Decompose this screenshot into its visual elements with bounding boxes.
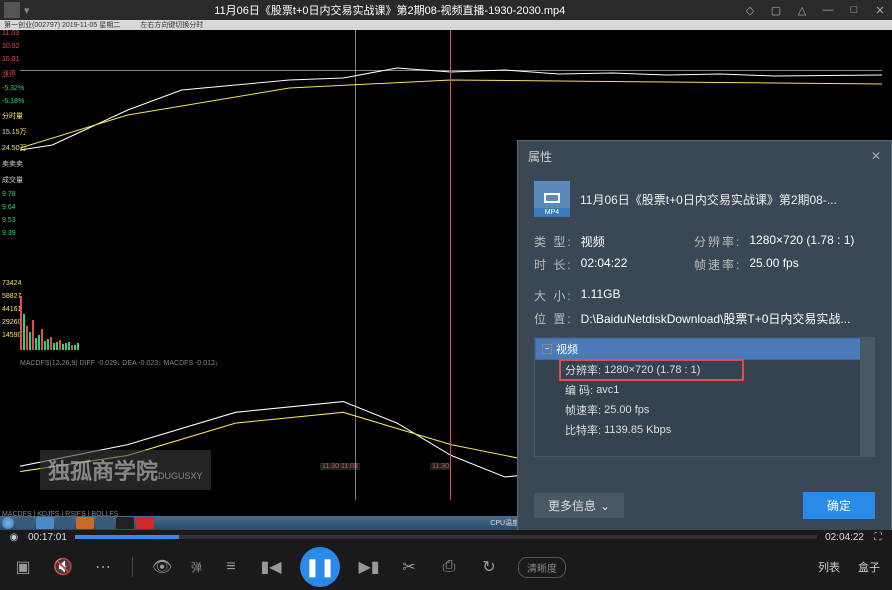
taskbar-app[interactable] (56, 517, 74, 529)
snapshot-icon[interactable]: ⎙ (438, 556, 460, 578)
progress-bar: ◉ 00:17:01 02:04:22 ⛶ (0, 530, 892, 544)
crosshair-vertical (355, 30, 356, 500)
marker-line (450, 30, 451, 500)
playlist-button[interactable]: 列表 (818, 559, 840, 575)
file-type-icon: MP4 (534, 181, 570, 217)
pause-button[interactable]: ❚❚ (300, 547, 340, 587)
dialog-close-icon[interactable]: ✕ (871, 149, 881, 163)
chevron-down-icon: ⌄ (600, 499, 610, 513)
dialog-title: 属性 (528, 148, 552, 165)
total-time: 02:04:22 (825, 532, 864, 543)
start-button[interactable] (2, 517, 14, 529)
more-info-button[interactable]: 更多信息⌄ (534, 493, 624, 518)
taskbar-app[interactable] (36, 517, 54, 529)
tree-resolution[interactable]: 分辨率: 1280×720 (1.78 : 1) (535, 360, 874, 380)
taskbar-app[interactable] (136, 517, 154, 529)
prev-button[interactable]: ▮◀ (260, 556, 282, 578)
watermark: 独孤商学院DUGUSXY (40, 450, 211, 490)
taskbar-app[interactable] (116, 517, 134, 529)
tree-codec[interactable]: 编 码: avc1 (535, 380, 874, 400)
tree-fps[interactable]: 帧速率: 25.00 fps (535, 400, 874, 420)
more-icon[interactable]: ⋯ (92, 556, 114, 578)
seek-bar[interactable] (75, 535, 817, 539)
taskbar-app[interactable] (76, 517, 94, 529)
ok-button[interactable]: 确定 (803, 492, 875, 519)
tree-bitrate[interactable]: 比特率: 1139.85 Kbps (535, 420, 874, 440)
video-area: 第一创业(002797) 2019-11-05 星期二 左右方向键切换分时 11… (0, 20, 892, 530)
eye-icon[interactable]: 👁 (151, 556, 173, 578)
rotate-icon[interactable]: ↻ (478, 556, 500, 578)
taskbar-app[interactable] (16, 517, 34, 529)
next-button[interactable]: ▶▮ (358, 556, 380, 578)
maximize-icon[interactable]: □ (846, 2, 862, 18)
stop-button[interactable]: ◉ (8, 531, 20, 543)
file-name: 11月06日《股票t+0日内交易实战课》第2期08-... (580, 191, 875, 208)
box-button[interactable]: 盒子 (858, 559, 880, 575)
filter-icon[interactable]: ≡ (220, 556, 242, 578)
current-time: 00:17:01 (28, 532, 67, 543)
chat-icon[interactable]: ▢ (768, 2, 784, 18)
titlebar: ▾ 11月06日《股票t+0日内交易实战课》第2期08-视频直播-1930-20… (0, 0, 892, 20)
collapse-icon[interactable]: − (542, 344, 552, 354)
volume-icon[interactable]: 🔇 (52, 556, 74, 578)
chart-header: 第一创业(002797) 2019-11-05 星期二 左右方向键切换分时 (0, 20, 892, 30)
window-title: 11月06日《股票t+0日内交易实战课》第2期08-视频直播-1930-2030… (38, 2, 742, 18)
properties-dialog: 属性 ✕ MP4 11月06日《股票t+0日内交易实战课》第2期08-... 类… (517, 140, 892, 532)
fullscreen-icon[interactable]: ⛶ (872, 531, 884, 543)
quality-button[interactable]: 清晰度 (518, 557, 566, 578)
cut-icon[interactable]: ✂ (398, 556, 420, 578)
macd-label: MACDFS(12,26,9) DIFF -0.029↓ DEA -0.023↓… (20, 360, 218, 367)
close-icon[interactable]: ✕ (872, 2, 888, 18)
danmu-toggle[interactable]: 弹 (191, 559, 202, 575)
scrollbar[interactable] (860, 338, 874, 456)
open-icon[interactable]: ▣ (12, 556, 34, 578)
minimize-icon[interactable]: — (820, 2, 836, 18)
app-icon (4, 2, 20, 18)
taskbar-app[interactable] (96, 517, 114, 529)
cube-icon[interactable]: ◇ (742, 2, 758, 18)
player-controls: ▣ 🔇 ⋯ 👁 弹 ≡ ▮◀ ❚❚ ▶▮ ✂ ⎙ ↻ 清晰度 列表 盒子 (0, 544, 892, 590)
details-tree[interactable]: −视频 分辨率: 1280×720 (1.78 : 1) 编 码: avc1 帧… (534, 337, 875, 457)
dropdown-icon[interactable]: ▾ (24, 4, 30, 17)
crosshair-horizontal (20, 70, 882, 71)
bell-icon[interactable]: △ (794, 2, 810, 18)
